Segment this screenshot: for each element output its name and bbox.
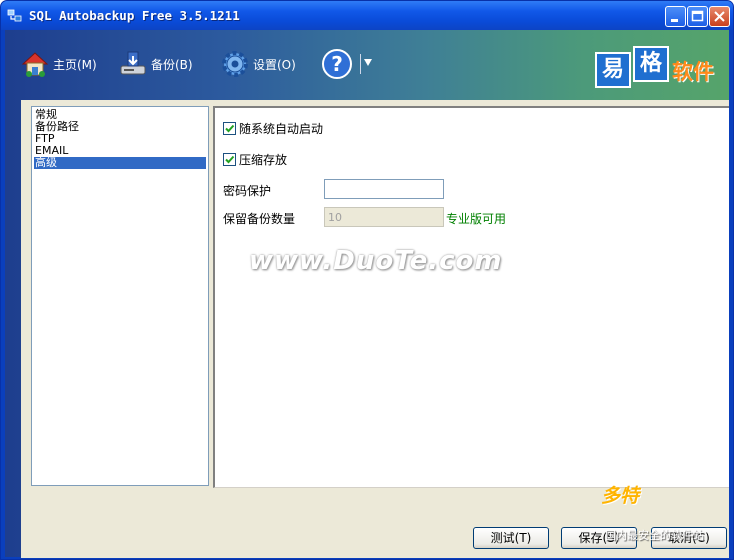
autostart-checkbox[interactable]: [223, 122, 236, 135]
checkmark-icon: [225, 155, 235, 164]
nav-help[interactable]: ?: [321, 44, 355, 84]
nav-settings-label: 设置(O): [253, 57, 296, 72]
window-title: SQL Autobackup Free 3.5.1211: [29, 8, 240, 23]
site-watermark: www.DuoTe.com: [249, 246, 503, 276]
help-icon: ?: [322, 49, 352, 79]
tree-item-email[interactable]: EMAIL: [34, 145, 206, 157]
chevron-down-icon[interactable]: [363, 58, 373, 68]
maximize-icon: [691, 10, 704, 22]
nav-settings[interactable]: 设置(O): [219, 44, 296, 84]
tree-item-backup-path[interactable]: 备份路径: [34, 121, 206, 133]
gear-icon: [222, 51, 248, 77]
password-input[interactable]: [324, 179, 444, 199]
category-tree[interactable]: 常规 备份路径 FTP EMAIL 高级: [31, 106, 209, 486]
compress-option[interactable]: 压缩存放: [223, 151, 287, 168]
app-window: SQL Autobackup Free 3.5.1211 主页(M) 备份(B)…: [0, 0, 734, 560]
test-button[interactable]: 测试(T): [473, 527, 549, 549]
nav-backup-label: 备份(B): [151, 57, 193, 72]
logo-char-2: 格: [633, 46, 669, 82]
maximize-button[interactable]: [687, 6, 708, 27]
autostart-option[interactable]: 随系统自动启动: [223, 120, 323, 137]
nav-home[interactable]: 主页(M): [19, 44, 97, 84]
corner-watermark: 多特 国内最安全的软件站: [591, 477, 731, 547]
logo-char-1: 易: [595, 52, 631, 88]
compress-label: 压缩存放: [239, 153, 288, 167]
compress-checkbox[interactable]: [223, 153, 236, 166]
pro-only-note: 专业版可用: [446, 212, 507, 226]
corner-watermark-slogan: 国内最安全的软件站: [605, 529, 704, 542]
keep-count-input: [324, 207, 444, 227]
nav-home-label: 主页(M): [53, 57, 97, 72]
autostart-label: 随系统自动启动: [239, 122, 324, 136]
tree-item-advanced[interactable]: 高级: [34, 157, 206, 169]
backup-icon: [120, 51, 146, 75]
checkmark-icon: [225, 124, 235, 133]
close-button[interactable]: [709, 6, 730, 27]
minimize-button[interactable]: [665, 6, 686, 27]
brand-logo: 易 格 软件: [595, 46, 725, 94]
password-label: 密码保护: [223, 184, 272, 198]
title-bar[interactable]: SQL Autobackup Free 3.5.1211: [1, 1, 733, 30]
svg-text:?: ?: [331, 52, 343, 76]
advanced-settings-page: 随系统自动启动 压缩存放 密码保护 保留备份数量 专业版可用 www.DuoTe…: [213, 106, 729, 488]
close-icon: [714, 11, 725, 22]
logo-brand-text: 软件: [672, 60, 714, 84]
nav-backup[interactable]: 备份(B): [117, 44, 193, 84]
help-separator: [360, 54, 361, 74]
corner-watermark-brand: 多特: [601, 485, 640, 507]
home-icon: [21, 52, 49, 77]
app-icon: [7, 9, 22, 22]
minimize-icon: [671, 19, 678, 22]
keep-count-label: 保留备份数量: [223, 212, 296, 226]
